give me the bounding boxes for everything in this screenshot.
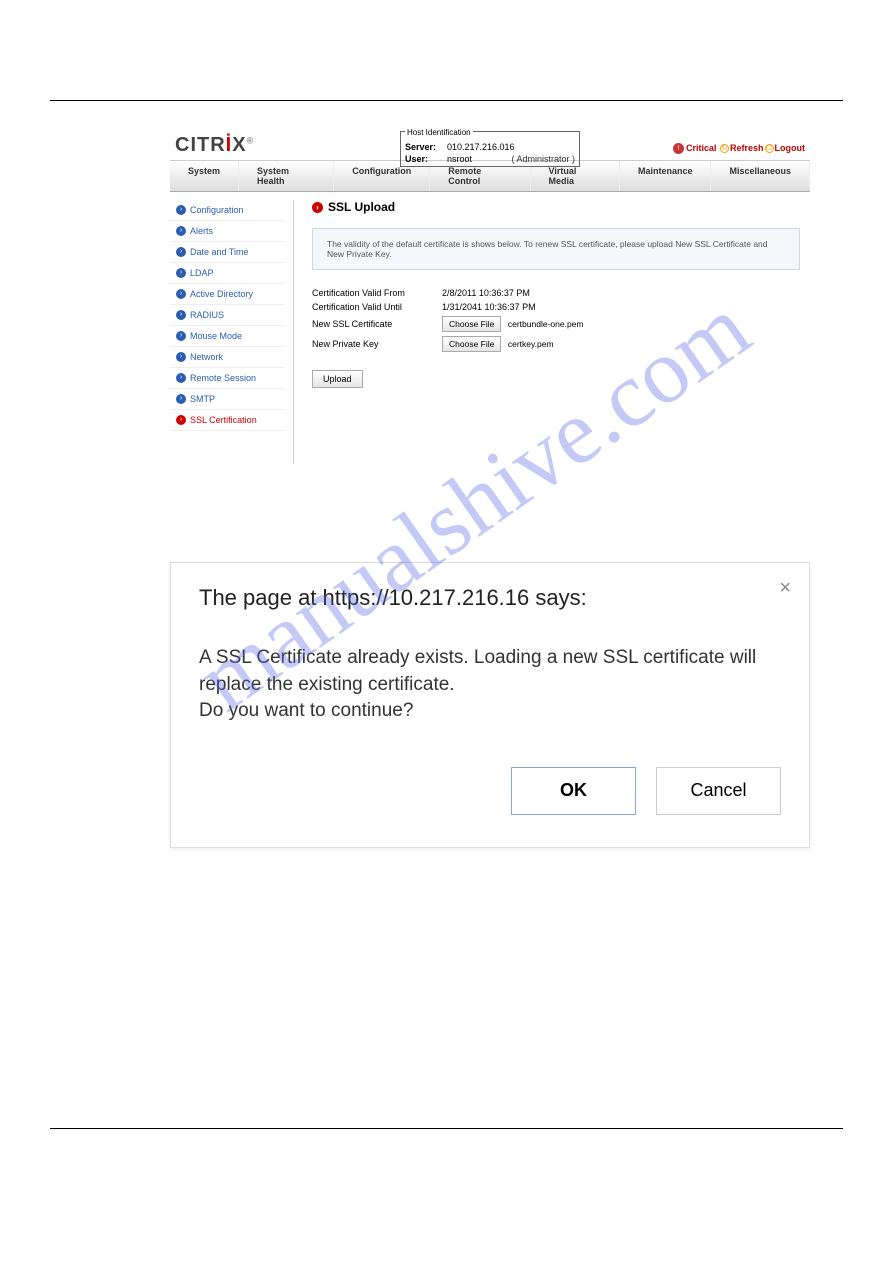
bullet-icon: › [176,331,186,341]
sidebar-item-date-time[interactable]: › Date and Time [170,242,285,263]
bullet-icon: › [176,352,186,362]
dialog-buttons: OK Cancel [199,767,781,815]
host-id-legend: Host Identification [405,128,473,137]
critical-link[interactable]: Critical [686,143,717,153]
user-label: User: [405,154,447,164]
dialog-title: The page at https://10.217.216.16 says: [199,585,781,611]
bullet-icon: › [176,247,186,257]
row-new-cert: New SSL Certificate Choose File certbund… [312,316,800,332]
content-area: › Configuration › Alerts › Date and Time › L… [170,192,810,472]
sidebar-item-alerts[interactable]: › Alerts [170,221,285,242]
menu-system[interactable]: System [170,161,239,191]
sidebar-item-active-directory[interactable]: › Active Directory [170,284,285,305]
sidebar-label: RADIUS [190,310,224,320]
bullet-icon: › [176,268,186,278]
page-title: › SSL Upload [312,200,800,214]
valid-until-label: Certification Valid Until [312,302,442,312]
valid-from-value: 2/8/2011 10:36:37 PM [442,288,530,298]
server-label: Server: [405,142,447,152]
logo-text-post: X [232,134,246,156]
host-identification-box: Host Identification Server: 010.217.216.… [400,131,580,167]
sidebar-item-remote-session[interactable]: › Remote Session [170,368,285,389]
divider-top [50,100,843,101]
row-valid-until: Certification Valid Until 1/31/2041 10:3… [312,302,800,312]
sidebar-label: Mouse Mode [190,331,242,341]
sidebar-label: SMTP [190,394,215,404]
title-bullet-icon: › [312,202,323,213]
sidebar-item-smtp[interactable]: › SMTP [170,389,285,410]
bullet-icon: › [176,205,186,215]
cert-filename: certbundle-one.pem [508,319,584,329]
divider-bottom [50,1128,843,1129]
logout-icon: ⏻ [765,144,774,153]
menu-miscellaneous[interactable]: Miscellaneous [711,161,810,191]
sidebar-item-network[interactable]: › Network [170,347,285,368]
server-value: 010.217.216.016 [447,142,575,152]
bullet-icon: › [176,289,186,299]
choose-file-key-button[interactable]: Choose File [442,336,501,352]
close-icon[interactable]: × [779,577,791,600]
vertical-divider [293,200,294,464]
citrix-logo: CITRİX® [175,134,254,157]
cancel-button[interactable]: Cancel [656,767,781,815]
dialog-body-line1: A SSL Certificate already exists. Loadin… [199,647,756,695]
key-filename: certkey.pem [508,339,554,349]
sidebar-label: Remote Session [190,373,256,383]
bullet-icon: › [176,415,186,425]
bullet-icon: › [176,310,186,320]
critical-icon: ! [673,143,684,154]
refresh-link[interactable]: Refresh [730,143,764,153]
valid-from-label: Certification Valid From [312,288,442,298]
bullet-icon: › [176,394,186,404]
host-id-user-row: User: nsroot ( Administrator ) [401,154,579,166]
info-box: The validity of the default certificate … [312,228,800,270]
sidebar-item-mouse-mode[interactable]: › Mouse Mode [170,326,285,347]
sidebar-label: Alerts [190,226,213,236]
new-cert-label: New SSL Certificate [312,319,442,329]
ok-button[interactable]: OK [511,767,636,815]
logo-text-pre: CITR [175,134,226,156]
menu-system-health[interactable]: System Health [239,161,334,191]
bullet-icon: › [176,226,186,236]
sidebar-item-radius[interactable]: › RADIUS [170,305,285,326]
sidebar-label: SSL Certification [190,415,257,425]
host-id-server-row: Server: 010.217.216.016 [401,142,579,154]
sidebar-label: Network [190,352,223,362]
sidebar: › Configuration › Alerts › Date and Time › L… [170,192,285,472]
dialog-body-line2: Do you want to continue? [199,700,413,721]
bullet-icon: › [176,373,186,383]
new-key-label: New Private Key [312,339,442,349]
app-header: CITRİX® Host Identification Server: 010.… [170,131,810,160]
choose-file-cert-button[interactable]: Choose File [442,316,501,332]
dialog-body: A SSL Certificate already exists. Loadin… [199,645,781,725]
confirm-dialog: × The page at https://10.217.216.16 says… [170,562,810,848]
sidebar-item-ssl-certification[interactable]: › SSL Certification [170,410,285,431]
row-new-key: New Private Key Choose File certkey.pem [312,336,800,352]
main-panel: › SSL Upload The validity of the default… [302,192,810,472]
menu-maintenance[interactable]: Maintenance [620,161,712,191]
sidebar-label: Date and Time [190,247,249,257]
logout-link[interactable]: Logout [775,143,806,153]
sidebar-label: Active Directory [190,289,253,299]
user-value: nsroot [447,154,511,164]
sidebar-label: Configuration [190,205,244,215]
logo-reg: ® [247,135,255,145]
sidebar-item-configuration[interactable]: › Configuration [170,200,285,221]
upload-button[interactable]: Upload [312,370,363,388]
sidebar-label: LDAP [190,268,214,278]
page-title-text: SSL Upload [328,200,395,214]
user-role: ( Administrator ) [511,154,575,164]
top-links: !Critical ↻Refresh⏻Logout [673,143,805,154]
app-window: CITRİX® Host Identification Server: 010.… [170,131,810,472]
valid-until-value: 1/31/2041 10:36:37 PM [442,302,536,312]
sidebar-item-ldap[interactable]: › LDAP [170,263,285,284]
refresh-icon: ↻ [720,144,729,153]
row-valid-from: Certification Valid From 2/8/2011 10:36:… [312,288,800,298]
